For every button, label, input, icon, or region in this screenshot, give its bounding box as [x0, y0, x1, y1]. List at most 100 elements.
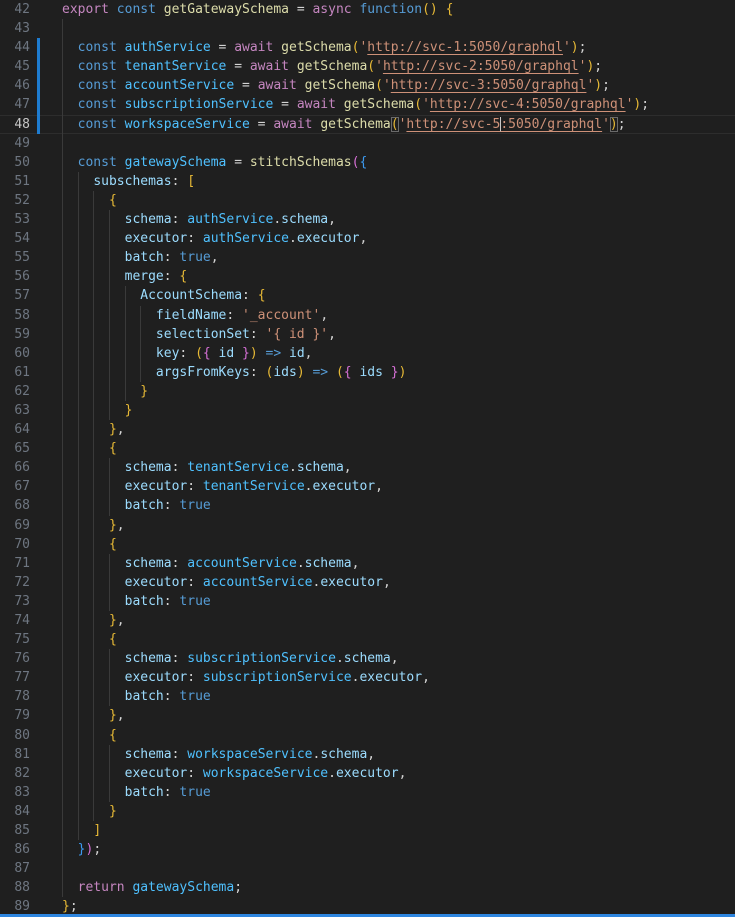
line-number[interactable]: 88	[0, 878, 30, 897]
code-line[interactable]: 64 },	[0, 420, 735, 439]
code-line[interactable]: 72 executor: accountService.executor,	[0, 573, 735, 592]
code-line[interactable]: 53 schema: authService.schema,	[0, 210, 735, 229]
line-number[interactable]: 61	[0, 363, 30, 382]
line-number[interactable]: 79	[0, 706, 30, 725]
line-number[interactable]: 65	[0, 439, 30, 458]
line-number[interactable]: 46	[0, 76, 30, 95]
code-editor[interactable]: 42export const getGatewaySchema = async …	[0, 0, 735, 917]
code-line[interactable]: 85 ]	[0, 821, 735, 840]
line-number[interactable]: 47	[0, 95, 30, 114]
code-line[interactable]: 57 AccountSchema: {	[0, 286, 735, 305]
line-number[interactable]: 55	[0, 248, 30, 267]
line-number[interactable]: 84	[0, 802, 30, 821]
code-line[interactable]: 56 merge: {	[0, 267, 735, 286]
line-number[interactable]: 62	[0, 382, 30, 401]
line-number[interactable]: 63	[0, 401, 30, 420]
code-line[interactable]: 71 schema: accountService.schema,	[0, 554, 735, 573]
line-number[interactable]: 50	[0, 153, 30, 172]
code-line[interactable]: 63 }	[0, 401, 735, 420]
line-number[interactable]: 45	[0, 57, 30, 76]
line-number[interactable]: 73	[0, 592, 30, 611]
code-line[interactable]: 88 return gatewaySchema;	[0, 878, 735, 897]
line-number[interactable]: 86	[0, 840, 30, 859]
code-line[interactable]: 51 subschemas: [	[0, 172, 735, 191]
code-line[interactable]: 73 batch: true	[0, 592, 735, 611]
code-line[interactable]: 60 key: ({ id }) => id,	[0, 344, 735, 363]
line-number[interactable]: 67	[0, 477, 30, 496]
code-line[interactable]: 61 argsFromKeys: (ids) => ({ ids })	[0, 363, 735, 382]
line-number[interactable]: 76	[0, 649, 30, 668]
code-line[interactable]: 83 batch: true	[0, 783, 735, 802]
line-number[interactable]: 56	[0, 267, 30, 286]
code-line[interactable]: 78 batch: true	[0, 687, 735, 706]
code-line[interactable]: 86 });	[0, 840, 735, 859]
line-number[interactable]: 54	[0, 229, 30, 248]
code-line[interactable]: 79 },	[0, 706, 735, 725]
line-number[interactable]: 72	[0, 573, 30, 592]
code-line[interactable]: 69 },	[0, 516, 735, 535]
code-line[interactable]: 46 const accountService = await getSchem…	[0, 76, 735, 95]
code-line[interactable]: 81 schema: workspaceService.schema,	[0, 745, 735, 764]
code-line[interactable]: 82 executor: workspaceService.executor,	[0, 764, 735, 783]
line-number[interactable]: 44	[0, 38, 30, 57]
line-number[interactable]: 60	[0, 344, 30, 363]
code-line[interactable]: 80 {	[0, 726, 735, 745]
code-token: executor	[320, 575, 383, 590]
line-number[interactable]: 87	[0, 859, 30, 878]
code-line[interactable]: 55 batch: true,	[0, 248, 735, 267]
code-line[interactable]: 62 }	[0, 382, 735, 401]
line-number[interactable]: 64	[0, 420, 30, 439]
code-line[interactable]: 44 const authService = await getSchema('…	[0, 38, 735, 57]
code-line[interactable]: 74 },	[0, 611, 735, 630]
line-number[interactable]: 77	[0, 668, 30, 687]
line-number[interactable]: 48	[0, 115, 30, 134]
code-line[interactable]: 68 batch: true	[0, 496, 735, 515]
code-line[interactable]: 52 {	[0, 191, 735, 210]
line-number[interactable]: 49	[0, 134, 30, 153]
code-line[interactable]: 84 }	[0, 802, 735, 821]
line-number[interactable]: 85	[0, 821, 30, 840]
line-number[interactable]: 57	[0, 286, 30, 305]
code-line[interactable]: 48 const workspaceService = await getSch…	[0, 115, 735, 134]
code-token: ;	[70, 899, 78, 914]
line-number[interactable]: 58	[0, 306, 30, 325]
line-number[interactable]: 66	[0, 458, 30, 477]
line-number[interactable]: 52	[0, 191, 30, 210]
line-number[interactable]: 43	[0, 19, 30, 38]
line-number[interactable]: 74	[0, 611, 30, 630]
line-number[interactable]: 82	[0, 764, 30, 783]
line-number[interactable]: 71	[0, 554, 30, 573]
line-number[interactable]: 59	[0, 325, 30, 344]
line-number[interactable]: 78	[0, 687, 30, 706]
code-token: ids	[273, 365, 296, 380]
line-number[interactable]: 80	[0, 726, 30, 745]
line-number[interactable]: 69	[0, 516, 30, 535]
code-line[interactable]: 49	[0, 134, 735, 153]
line-number[interactable]: 70	[0, 535, 30, 554]
line-number[interactable]: 51	[0, 172, 30, 191]
code-line[interactable]: 54 executor: authService.executor,	[0, 229, 735, 248]
code-line[interactable]: 65 {	[0, 439, 735, 458]
code-line[interactable]: 70 {	[0, 535, 735, 554]
code-line[interactable]: 58 fieldName: '_account',	[0, 306, 735, 325]
line-number[interactable]: 42	[0, 0, 30, 19]
code-line[interactable]: 67 executor: tenantService.executor,	[0, 477, 735, 496]
code-line[interactable]: 45 const tenantService = await getSchema…	[0, 57, 735, 76]
code-line[interactable]: 87	[0, 859, 735, 878]
code-line[interactable]: 76 schema: subscriptionService.schema,	[0, 649, 735, 668]
code-line[interactable]: 47 const subscriptionService = await get…	[0, 95, 735, 114]
code-line[interactable]: 43	[0, 19, 735, 38]
line-number[interactable]: 68	[0, 496, 30, 515]
code-text: const tenantService = await getSchema('h…	[62, 57, 602, 76]
line-number[interactable]: 81	[0, 745, 30, 764]
line-number[interactable]: 83	[0, 783, 30, 802]
code-line[interactable]: 50 const gatewaySchema = stitchSchemas({	[0, 153, 735, 172]
code-line[interactable]: 75 {	[0, 630, 735, 649]
code-line[interactable]: 77 executor: subscriptionService.executo…	[0, 668, 735, 687]
code-line[interactable]: 59 selectionSet: '{ id }',	[0, 325, 735, 344]
line-number[interactable]: 53	[0, 210, 30, 229]
code-token	[62, 384, 140, 399]
code-line[interactable]: 66 schema: tenantService.schema,	[0, 458, 735, 477]
line-number[interactable]: 75	[0, 630, 30, 649]
code-line[interactable]: 42export const getGatewaySchema = async …	[0, 0, 735, 19]
